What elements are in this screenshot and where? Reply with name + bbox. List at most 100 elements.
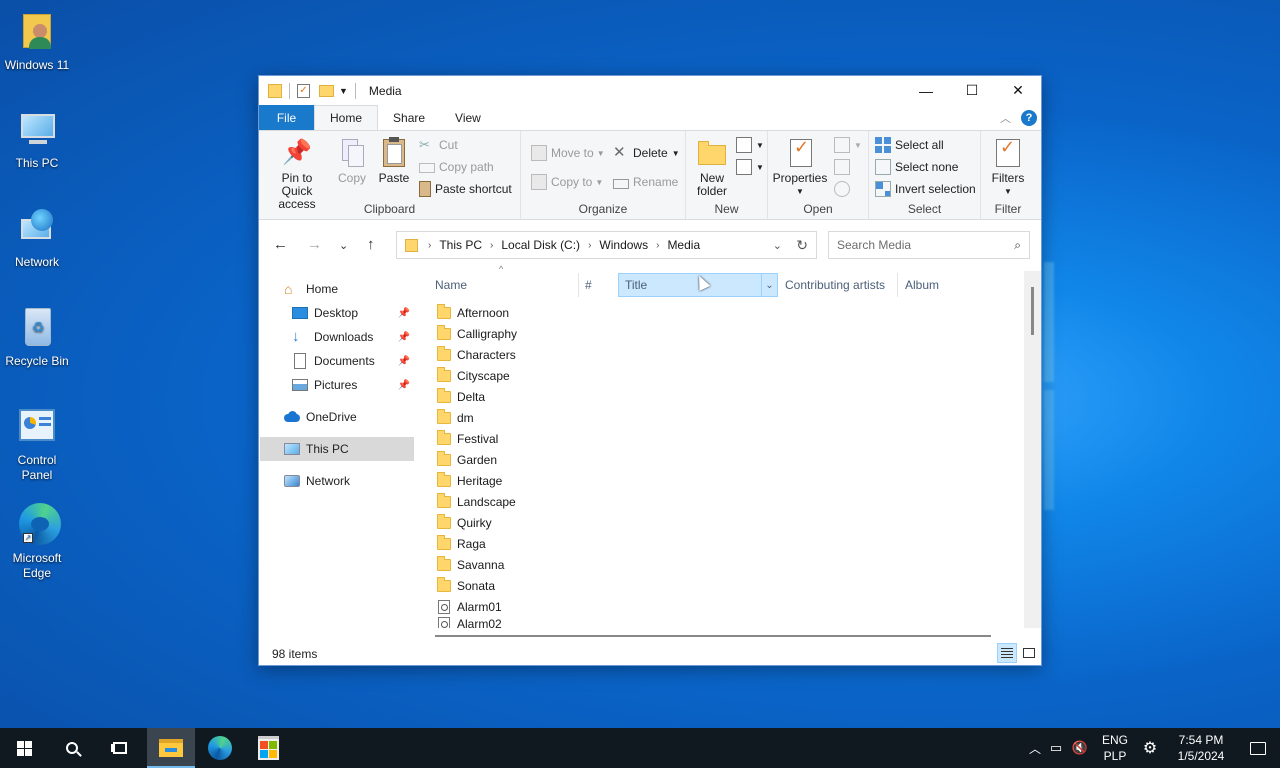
copy-path-button[interactable]: Copy path (419, 157, 494, 177)
desktop-icon-control-panel[interactable]: Control Panel (0, 405, 74, 483)
paste-button[interactable]: Paste (375, 137, 413, 185)
refresh-icon[interactable]: ↻ (796, 237, 808, 254)
desktop-icon-this-pc[interactable]: This PC (0, 108, 74, 171)
list-item[interactable]: Savanna (437, 554, 504, 575)
scrollbar-thumb[interactable] (435, 635, 991, 637)
taskbar-file-explorer[interactable] (147, 728, 195, 768)
column-separator[interactable] (578, 273, 579, 297)
horizontal-scrollbar[interactable] (419, 628, 1024, 644)
volume-muted-icon[interactable]: 🔇 (1068, 740, 1092, 756)
new-folder-icon[interactable] (319, 84, 334, 97)
vertical-scrollbar[interactable] (1024, 271, 1041, 628)
delete-button[interactable]: ✕ Delete ▼ (613, 143, 680, 163)
help-icon[interactable]: ? (1021, 110, 1037, 126)
list-item[interactable]: Delta (437, 386, 485, 407)
nav-item-pictures[interactable]: Pictures 📌 (260, 373, 414, 397)
new-item-button[interactable]: ▼ (736, 135, 764, 155)
list-item[interactable]: Garden (437, 449, 497, 470)
nav-item-this-pc[interactable]: This PC (260, 437, 414, 461)
details-view-button[interactable] (997, 643, 1017, 663)
list-item[interactable]: dm (437, 407, 474, 428)
up-arrow-icon[interactable]: ↑ (367, 236, 375, 253)
tab-view[interactable]: View (440, 105, 496, 130)
select-none-button[interactable]: Select none (875, 157, 958, 177)
recent-locations-chevron-icon[interactable]: ⌄ (339, 239, 348, 252)
column-header-name[interactable]: Name (435, 273, 579, 297)
taskbar-store[interactable] (244, 728, 292, 768)
tab-file[interactable]: File (259, 105, 314, 130)
desktop-icon-edge[interactable]: ↗ Microsoft Edge (0, 503, 74, 581)
copy-to-button[interactable]: Copy to ▼ (531, 172, 603, 192)
address-bar[interactable]: › This PC › Local Disk (C:) › Windows › … (396, 231, 817, 259)
minimize-button[interactable]: — (903, 76, 949, 105)
breadcrumb-this-pc[interactable]: This PC (439, 238, 482, 252)
cut-button[interactable]: ✂ Cut (419, 135, 458, 155)
tab-home[interactable]: Home (314, 105, 379, 130)
desktop-icon-windows11[interactable]: Windows 11 (0, 10, 74, 73)
list-item[interactable]: Raga (437, 533, 486, 554)
list-item[interactable]: Festival (437, 428, 498, 449)
rename-button[interactable]: Rename (613, 172, 678, 192)
desktop-icon-network[interactable]: Network (0, 207, 74, 270)
edit-button[interactable] (834, 157, 854, 177)
nav-item-downloads[interactable]: ↓ Downloads 📌 (260, 325, 414, 349)
list-item[interactable]: Calligraphy (437, 323, 517, 344)
title-bar[interactable]: ✓ ▼ Media — ☐ ✕ (259, 76, 1041, 105)
history-button[interactable] (834, 179, 854, 199)
list-item[interactable]: Quirky (437, 512, 492, 533)
collapse-ribbon-chevron-icon[interactable]: ︿ (1000, 110, 1011, 126)
search-input[interactable]: Search Media (837, 238, 911, 252)
filters-button[interactable]: ✓ Filters ▼ (989, 137, 1027, 198)
new-folder-button[interactable]: New folder (692, 137, 732, 198)
address-dropdown-chevron-icon[interactable]: ⌄ (773, 239, 782, 252)
column-filter-chevron-icon[interactable]: ⌄ (761, 274, 777, 296)
open-button[interactable]: ▼ (834, 135, 862, 155)
show-hidden-icons-chevron-icon[interactable]: ︿ (1026, 740, 1044, 757)
list-item[interactable]: Cityscape (437, 365, 510, 386)
list-item[interactable]: Alarm02 (437, 617, 502, 628)
start-button[interactable] (0, 728, 48, 768)
clock[interactable]: 7:54 PM 1/5/2024 (1166, 732, 1236, 764)
pin-to-quick-access-button[interactable]: 📌 Pin to Quick access (265, 137, 329, 211)
paste-shortcut-button[interactable]: Paste shortcut (419, 179, 512, 199)
copy-button[interactable]: Copy (335, 137, 369, 185)
close-button[interactable]: ✕ (995, 76, 1041, 105)
column-separator[interactable] (897, 273, 898, 297)
properties-button[interactable]: ✓ Properties ▼ (772, 137, 828, 198)
column-header-album[interactable]: Album (905, 273, 1005, 297)
maximize-button[interactable]: ☐ (949, 76, 995, 105)
column-header-number[interactable]: # (585, 273, 615, 297)
desktop-icon-recycle-bin[interactable]: ♻ Recycle Bin (0, 306, 74, 369)
list-item[interactable]: Afternoon (437, 302, 509, 323)
network-status-icon[interactable]: ▭ (1044, 740, 1068, 756)
breadcrumb-windows[interactable]: Windows (599, 238, 648, 252)
large-icons-view-button[interactable] (1019, 643, 1039, 663)
select-all-button[interactable]: Select all (875, 135, 944, 155)
search-box[interactable]: Search Media ⌕ (828, 231, 1030, 259)
breadcrumb-media[interactable]: Media (667, 238, 700, 252)
properties-check-icon[interactable]: ✓ (297, 83, 310, 98)
move-to-button[interactable]: Move to ▼ (531, 143, 605, 163)
back-arrow-icon[interactable]: ← (273, 236, 288, 253)
breadcrumb-local-disk[interactable]: Local Disk (C:) (501, 238, 580, 252)
nav-item-desktop[interactable]: Desktop 📌 (260, 301, 414, 325)
search-button[interactable] (48, 728, 96, 768)
nav-item-home[interactable]: ⌂ Home (260, 277, 414, 301)
scrollbar-thumb[interactable] (1031, 287, 1034, 335)
list-item[interactable]: Alarm01 (437, 596, 502, 617)
nav-item-onedrive[interactable]: OneDrive (260, 405, 414, 429)
list-item[interactable]: Characters (437, 344, 516, 365)
forward-arrow-icon[interactable]: → (307, 236, 322, 253)
column-header-contributing-artists[interactable]: Contributing artists (785, 273, 897, 297)
taskbar-edge[interactable] (196, 728, 244, 768)
notifications-icon[interactable] (1236, 741, 1280, 755)
settings-gear-icon[interactable]: ⚙ (1134, 738, 1166, 758)
nav-item-documents[interactable]: Documents 📌 (260, 349, 414, 373)
easy-access-button[interactable]: ▼ (736, 157, 764, 177)
customize-toolbar-chevron-icon[interactable]: ▼ (339, 86, 348, 96)
task-view-button[interactable] (96, 728, 144, 768)
list-item[interactable]: Heritage (437, 470, 502, 491)
invert-selection-button[interactable]: Invert selection (875, 179, 976, 199)
list-item[interactable]: Sonata (437, 575, 495, 596)
nav-item-network[interactable]: Network (260, 469, 414, 493)
